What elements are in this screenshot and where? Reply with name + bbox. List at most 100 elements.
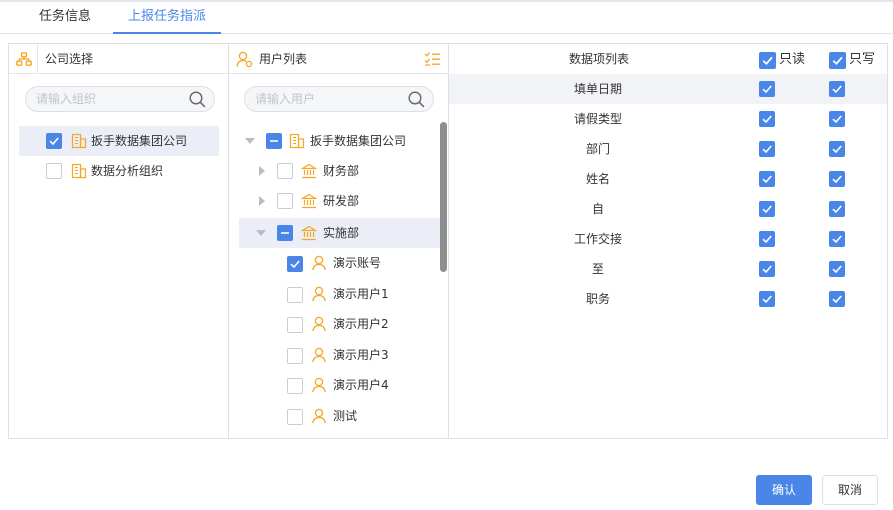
writeonly-checkbox[interactable] bbox=[829, 291, 845, 307]
tree-user-node[interactable]: 演示用户3 bbox=[239, 340, 439, 370]
minus-icon bbox=[281, 232, 289, 234]
user-checkbox[interactable] bbox=[287, 256, 303, 272]
checklist-icon[interactable] bbox=[424, 51, 441, 67]
tree-user-node[interactable]: 测试 bbox=[239, 401, 439, 431]
user-checkbox[interactable] bbox=[287, 378, 303, 394]
search-icon[interactable] bbox=[189, 91, 206, 108]
readonly-all-checkbox[interactable] bbox=[759, 52, 776, 69]
writeonly-checkbox[interactable] bbox=[829, 81, 845, 97]
user-label: 演示账号 bbox=[333, 256, 382, 270]
field-row: 至 bbox=[449, 254, 887, 284]
writeonly-checkbox[interactable] bbox=[829, 261, 845, 277]
check-icon bbox=[762, 235, 772, 244]
caret-right-icon[interactable] bbox=[259, 166, 266, 176]
institution-icon bbox=[301, 225, 317, 241]
user-list-scrollbar[interactable] bbox=[440, 122, 447, 272]
fields-panel-title: 数据项列表 bbox=[569, 52, 630, 66]
check-icon bbox=[762, 265, 772, 274]
field-name: 职务 bbox=[585, 292, 610, 306]
company-checkbox[interactable] bbox=[46, 133, 62, 149]
tree-root-node[interactable]: 扳手数据集团公司 bbox=[239, 126, 439, 156]
readonly-checkbox[interactable] bbox=[759, 81, 775, 97]
field-name: 工作交接 bbox=[573, 232, 622, 246]
company-item[interactable]: 扳手数据集团公司 bbox=[19, 126, 219, 156]
tree-user-node[interactable]: 演示用户2 bbox=[239, 309, 439, 339]
readonly-checkbox[interactable] bbox=[759, 231, 775, 247]
user-panel-header: 用户列表 bbox=[229, 44, 448, 74]
check-icon bbox=[832, 56, 843, 65]
tree-user-node[interactable]: 演示用户4 bbox=[239, 370, 439, 400]
caret-down-icon[interactable] bbox=[245, 138, 255, 145]
field-name: 部门 bbox=[585, 142, 610, 156]
check-icon bbox=[762, 205, 772, 214]
user-icon bbox=[312, 408, 326, 424]
user-checkbox[interactable] bbox=[287, 287, 303, 303]
writeonly-checkbox[interactable] bbox=[829, 231, 845, 247]
user-search-input[interactable] bbox=[255, 91, 395, 107]
field-row: 职务 bbox=[449, 284, 887, 314]
check-icon bbox=[762, 295, 772, 304]
user-panel-title: 用户列表 bbox=[259, 52, 308, 66]
field-row: 自 bbox=[449, 194, 887, 224]
caret-down-icon[interactable] bbox=[256, 230, 266, 237]
company-panel-title: 公司选择 bbox=[45, 52, 94, 66]
check-icon bbox=[762, 115, 772, 124]
search-icon[interactable] bbox=[408, 91, 425, 108]
tree-checkbox-partial[interactable] bbox=[266, 133, 282, 149]
readonly-checkbox[interactable] bbox=[759, 171, 775, 187]
institution-icon bbox=[301, 193, 317, 209]
tree-department-node[interactable]: 实施部 bbox=[239, 218, 440, 248]
minus-icon bbox=[270, 140, 278, 142]
check-icon bbox=[762, 56, 773, 65]
company-search-box[interactable] bbox=[25, 86, 215, 112]
company-search-input[interactable] bbox=[36, 91, 176, 107]
readonly-checkbox[interactable] bbox=[759, 261, 775, 277]
user-search-box[interactable] bbox=[244, 86, 434, 112]
caret-right-icon[interactable] bbox=[259, 196, 266, 206]
assignment-frame: 公司选择 扳手数据集团公司 bbox=[8, 43, 888, 439]
org-icon-cell bbox=[9, 44, 38, 74]
field-name: 请假类型 bbox=[573, 112, 622, 126]
readonly-checkbox[interactable] bbox=[759, 201, 775, 217]
user-checkbox[interactable] bbox=[287, 409, 303, 425]
check-icon bbox=[832, 175, 842, 184]
readonly-checkbox[interactable] bbox=[759, 141, 775, 157]
user-icon bbox=[312, 255, 326, 271]
user-checkbox[interactable] bbox=[287, 348, 303, 364]
writeonly-checkbox[interactable] bbox=[829, 171, 845, 187]
writeonly-checkbox[interactable] bbox=[829, 141, 845, 157]
tree-checkbox[interactable] bbox=[277, 193, 293, 209]
writeonly-checkbox[interactable] bbox=[829, 111, 845, 127]
tree-checkbox-partial[interactable] bbox=[277, 225, 293, 241]
tree-department-node[interactable]: 财务部 bbox=[239, 156, 439, 186]
tree-node-label: 研发部 bbox=[323, 194, 360, 208]
building-icon bbox=[289, 133, 305, 149]
tree-user-node[interactable]: 演示账号 bbox=[239, 248, 439, 278]
check-icon bbox=[762, 145, 772, 154]
readonly-checkbox[interactable] bbox=[759, 291, 775, 307]
company-label: 扳手数据集团公司 bbox=[91, 134, 188, 148]
writeonly-label: 只写 bbox=[849, 52, 876, 67]
user-settings-icon bbox=[236, 51, 253, 68]
user-checkbox[interactable] bbox=[287, 317, 303, 333]
check-icon bbox=[762, 175, 772, 184]
user-label: 演示用户4 bbox=[333, 378, 389, 392]
tree-checkbox[interactable] bbox=[277, 163, 293, 179]
readonly-checkbox[interactable] bbox=[759, 111, 775, 127]
confirm-button[interactable]: 确认 bbox=[756, 475, 812, 505]
tab-report-assign[interactable]: 上报任务指派 bbox=[113, 2, 221, 34]
writeonly-checkbox[interactable] bbox=[829, 201, 845, 217]
writeonly-all-checkbox[interactable] bbox=[829, 52, 846, 69]
tree-node-label: 扳手数据集团公司 bbox=[310, 134, 407, 148]
company-item[interactable]: 数据分析组织 bbox=[19, 156, 219, 186]
tab-task-info[interactable]: 任务信息 bbox=[39, 2, 91, 34]
company-checkbox[interactable] bbox=[46, 163, 62, 179]
field-row: 请假类型 bbox=[449, 104, 887, 134]
cancel-button[interactable]: 取消 bbox=[822, 475, 878, 505]
tree-department-node[interactable]: 研发部 bbox=[239, 186, 439, 216]
building-icon bbox=[71, 163, 87, 179]
check-icon bbox=[832, 205, 842, 214]
field-name: 填单日期 bbox=[573, 82, 622, 96]
tree-user-node[interactable]: 演示用户1 bbox=[239, 279, 439, 309]
user-icon bbox=[312, 316, 326, 332]
